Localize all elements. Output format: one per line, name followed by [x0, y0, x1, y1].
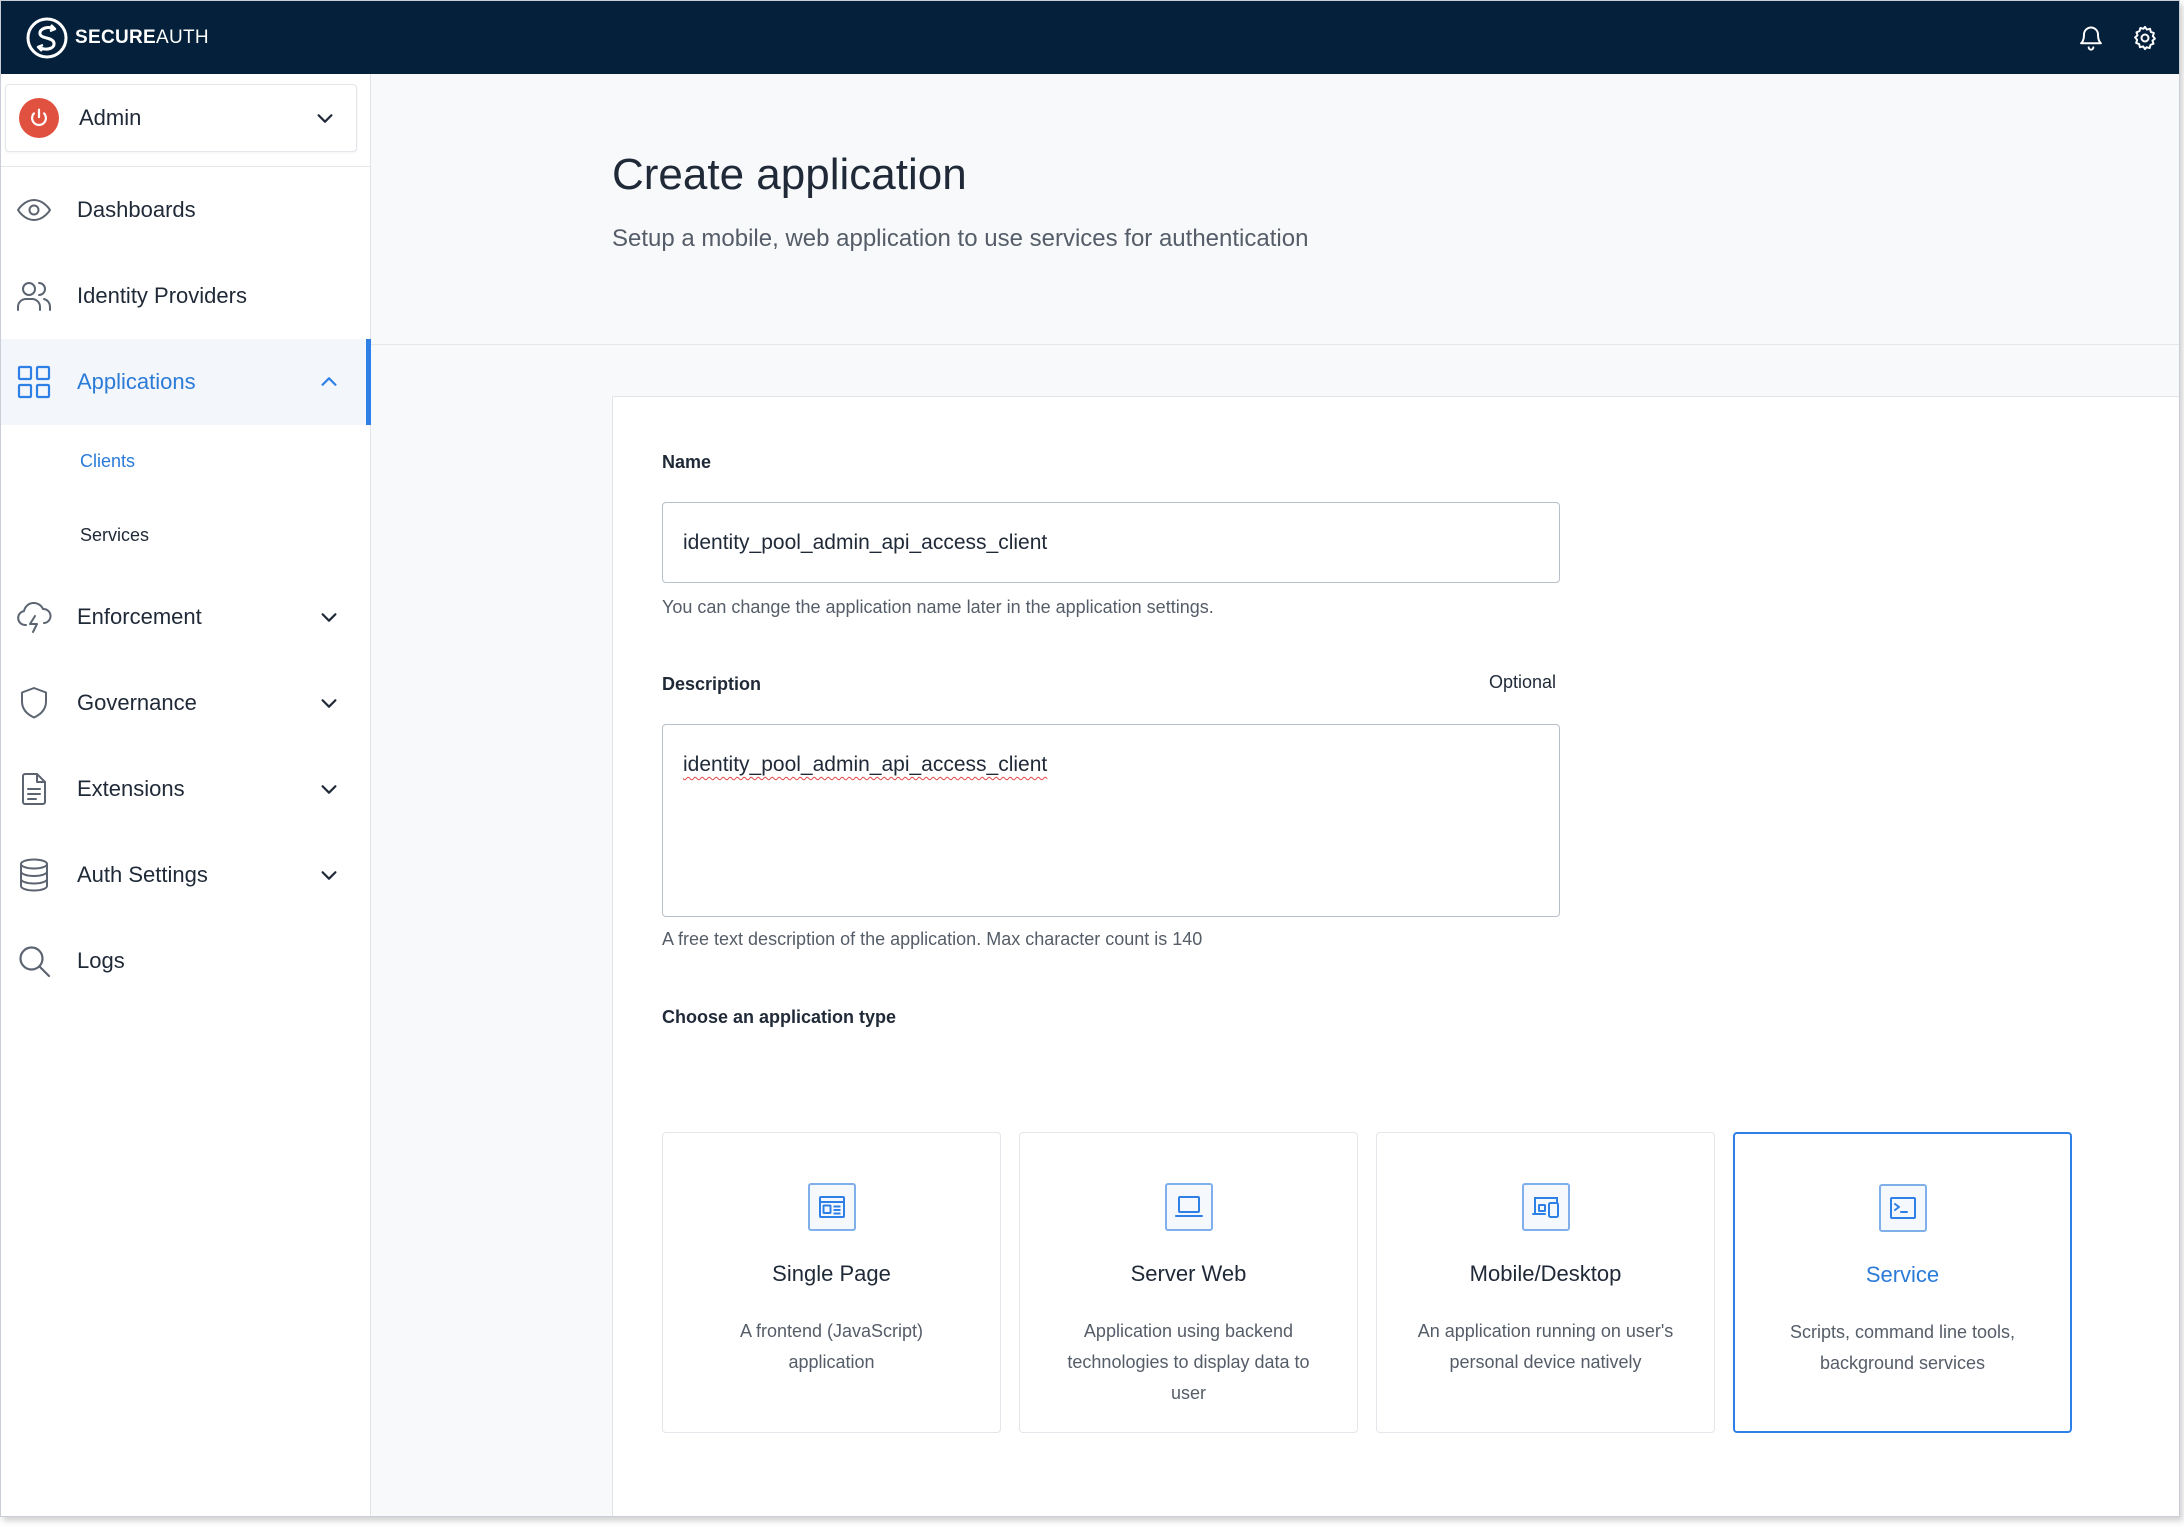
brand-name: SECUREAUTH	[75, 26, 209, 48]
sidebar-subitem-clients[interactable]: Clients	[80, 451, 135, 472]
chevron-down-icon	[318, 778, 340, 800]
sidebar-item-label: Extensions	[77, 776, 185, 801]
sidebar: Admin Dashboards Identity Providers Appl…	[1, 74, 371, 1516]
app-type-single-page[interactable]: Single Page A frontend (JavaScript) appl…	[662, 1132, 1001, 1433]
app-type-server-web[interactable]: Server Web Application using backend tec…	[1019, 1132, 1358, 1433]
create-application-form: Name You can change the application name…	[612, 396, 2179, 1516]
chevron-down-icon	[318, 606, 340, 628]
description-optional-label: Optional	[1489, 672, 1557, 692]
tenant-selector[interactable]: Admin	[5, 84, 357, 152]
gear-icon[interactable]	[2131, 24, 2159, 52]
brand-logo[interactable]: SECUREAUTH	[25, 16, 209, 60]
database-icon	[15, 856, 53, 894]
sidebar-item-label: Governance	[77, 690, 197, 715]
app-type-title: Service	[1865, 1262, 1940, 1287]
header-divider	[371, 344, 2179, 345]
page-subtitle: Setup a mobile, web application to use s…	[612, 225, 1309, 252]
app-type-service[interactable]: Service Scripts, command line tools, bac…	[1733, 1132, 2072, 1433]
top-bar: SECUREAUTH	[1, 1, 2179, 74]
name-input[interactable]	[662, 502, 1560, 583]
bell-icon[interactable]	[2077, 24, 2105, 52]
sidebar-item-label: Dashboards	[77, 197, 196, 222]
app-type-title: Server Web	[1130, 1261, 1247, 1286]
grid-icon	[15, 363, 53, 401]
document-icon	[15, 770, 53, 808]
tenant-label: Admin	[79, 105, 142, 130]
application-type-label: Choose an application type	[662, 1007, 897, 1027]
page-title: Create application	[612, 150, 967, 199]
name-helper-text: You can change the application name late…	[662, 597, 1214, 617]
sidebar-item-logs[interactable]: Logs	[1, 918, 370, 1004]
sidebar-item-label: Auth Settings	[77, 862, 208, 887]
name-label: Name	[662, 452, 712, 472]
sidebar-item-label: Applications	[77, 369, 196, 394]
app-type-mobile-desktop[interactable]: Mobile/Desktop An application running on…	[1376, 1132, 1715, 1433]
description-value: identity_pool_admin_api_access_client	[683, 753, 1048, 776]
chevron-down-icon	[314, 107, 336, 129]
search-icon	[15, 942, 53, 980]
terminal-icon	[1878, 1184, 1927, 1232]
app-type-description: Application using backend technologies t…	[1067, 1321, 1310, 1403]
app-type-description: Scripts, command line tools, background …	[1789, 1322, 2016, 1373]
sidebar-item-applications[interactable]: Applications	[1, 339, 371, 425]
shield-icon	[15, 684, 53, 722]
description-textarea[interactable]: identity_pool_admin_api_access_client	[662, 724, 1560, 917]
secureauth-logo-icon	[26, 17, 68, 58]
eye-icon	[15, 191, 53, 229]
description-label: Description	[662, 674, 762, 694]
sidebar-item-identity-providers[interactable]: Identity Providers	[1, 253, 370, 339]
main-content: Create application Setup a mobile, web a…	[371, 74, 2179, 1516]
sidebar-item-enforcement[interactable]: Enforcement	[1, 574, 370, 660]
app-type-description: A frontend (JavaScript) application	[739, 1321, 924, 1372]
sidebar-item-label: Logs	[77, 948, 125, 973]
chevron-down-icon	[318, 864, 340, 886]
sidebar-item-extensions[interactable]: Extensions	[1, 746, 370, 832]
browser-window-icon	[807, 1183, 856, 1231]
sidebar-item-auth-settings[interactable]: Auth Settings	[1, 832, 370, 918]
app-window: SECUREAUTH Admin Dashboards Identity Pro…	[0, 0, 2180, 1517]
users-icon	[15, 277, 53, 315]
cloud-bolt-icon	[15, 598, 53, 636]
sidebar-item-label: Enforcement	[77, 604, 202, 629]
devices-icon	[1521, 1183, 1570, 1231]
chevron-down-icon	[318, 692, 340, 714]
app-type-title: Single Page	[772, 1261, 891, 1286]
sidebar-subitem-services[interactable]: Services	[80, 525, 149, 546]
sidebar-item-governance[interactable]: Governance	[1, 660, 370, 746]
chevron-up-icon	[318, 371, 340, 393]
sidebar-item-dashboards[interactable]: Dashboards	[1, 167, 370, 253]
app-type-title: Mobile/Desktop	[1469, 1261, 1622, 1286]
description-helper-text: A free text description of the applicati…	[662, 929, 1203, 949]
app-type-description: An application running on user's persona…	[1417, 1321, 1674, 1372]
sidebar-item-label: Identity Providers	[77, 283, 247, 308]
laptop-icon	[1164, 1183, 1213, 1231]
power-icon	[19, 98, 59, 138]
